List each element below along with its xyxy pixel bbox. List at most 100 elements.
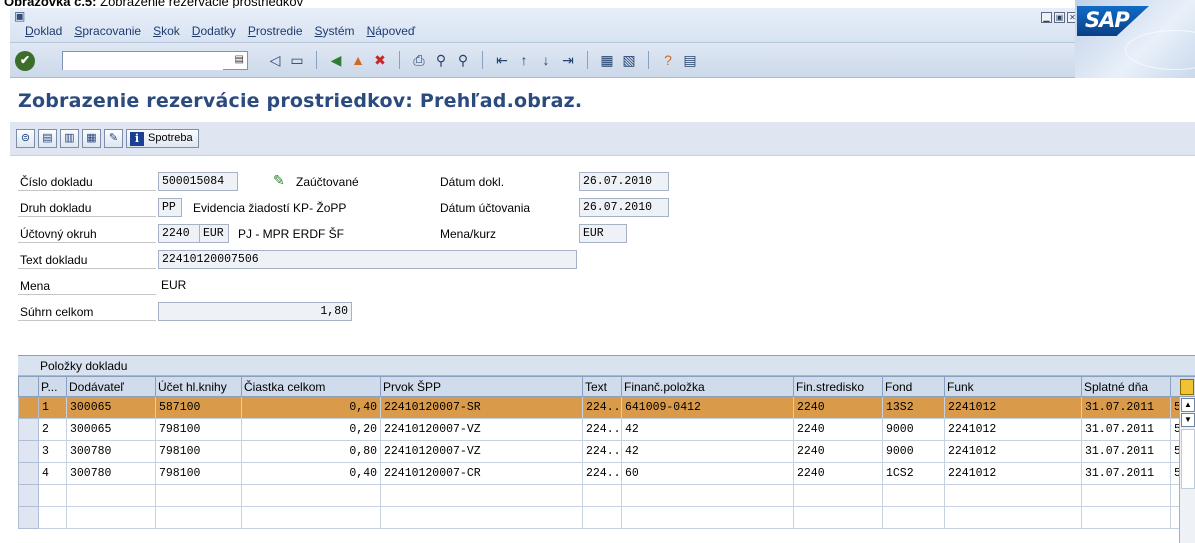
find-next-icon[interactable]: ⚲ xyxy=(454,51,472,69)
command-history-icon[interactable]: ▤ xyxy=(235,54,244,65)
grid-select-all[interactable] xyxy=(18,376,39,397)
column-header-3[interactable]: Čiastka celkom xyxy=(241,376,381,397)
table-cell[interactable]: 42 xyxy=(621,418,794,441)
column-header-6[interactable]: Finanč.položka xyxy=(621,376,794,397)
menu-item-3[interactable]: Dodatky xyxy=(192,24,236,38)
spotreba-button[interactable]: i Spotreba xyxy=(126,129,199,148)
previous-page-icon[interactable]: ↑ xyxy=(515,51,533,69)
table-cell[interactable]: 300065 xyxy=(66,396,156,419)
grid-scrollbar[interactable]: ▲ ▼ xyxy=(1179,397,1195,543)
mena-kurz-field[interactable]: EUR xyxy=(579,224,627,243)
table-cell[interactable]: 300780 xyxy=(66,440,156,463)
table-cell[interactable]: 22410120007-CR xyxy=(380,462,583,485)
table-cell[interactable]: 1CS2 xyxy=(882,462,945,485)
table-cell[interactable]: 300780 xyxy=(66,462,156,485)
maximize-icon[interactable]: ▣ xyxy=(1054,12,1065,23)
shortcut-icon[interactable]: ▧ xyxy=(620,51,638,69)
row-selector[interactable] xyxy=(18,396,39,419)
table-cell[interactable]: 1 xyxy=(38,396,67,419)
table-row[interactable]: 33007807981000,8022410120007-VZ224...422… xyxy=(18,440,1195,463)
last-page-icon[interactable]: ⇥ xyxy=(559,51,577,69)
table-row[interactable]: 43007807981000,4022410120007-CR224...602… xyxy=(18,462,1195,485)
datum-uctovania-field[interactable]: 26.07.2010 xyxy=(579,198,669,217)
column-header-10[interactable]: Splatné dňa xyxy=(1081,376,1171,397)
column-settings-icon[interactable] xyxy=(1180,379,1194,395)
column-header-2[interactable]: Účet hl.knihy xyxy=(155,376,242,397)
next-page-icon[interactable]: ↓ xyxy=(537,51,555,69)
row-selector[interactable] xyxy=(18,440,39,463)
cancel-icon[interactable]: ✖ xyxy=(371,51,389,69)
suhrn-celkom-field[interactable]: 1,80 xyxy=(158,302,352,321)
command-field[interactable]: ▤ xyxy=(62,51,248,70)
save-icon[interactable]: ▭ xyxy=(288,51,306,69)
table-cell[interactable]: 224... xyxy=(582,462,622,485)
table-cell[interactable]: 31.07.2011 xyxy=(1081,440,1171,463)
command-input[interactable] xyxy=(63,52,223,70)
table-cell[interactable]: 22410120007-VZ xyxy=(380,418,583,441)
row-selector[interactable] xyxy=(18,484,39,507)
table-row[interactable]: 23000657981000,2022410120007-VZ224...422… xyxy=(18,418,1195,441)
column-header-1[interactable]: Dodávateľ xyxy=(66,376,156,397)
column-header-5[interactable]: Text xyxy=(582,376,622,397)
scroll-up-icon[interactable]: ▲ xyxy=(1181,398,1195,412)
table-cell[interactable]: 224... xyxy=(582,396,622,419)
toolbar-collapse-icon[interactable]: ◁ xyxy=(266,51,284,69)
table-cell[interactable]: 0,20 xyxy=(241,418,381,441)
new-session-icon[interactable]: ▦ xyxy=(598,51,616,69)
row-selector[interactable] xyxy=(18,506,39,529)
column-header-0[interactable]: P... xyxy=(38,376,67,397)
uctovny-okruh-field[interactable]: 2240 xyxy=(158,224,200,243)
table-cell[interactable]: 2241012 xyxy=(944,462,1082,485)
table-cell[interactable]: 798100 xyxy=(155,462,242,485)
row-selector[interactable] xyxy=(18,462,39,485)
table-cell[interactable]: 2240 xyxy=(793,418,883,441)
table-cell[interactable]: 2 xyxy=(38,418,67,441)
menu-item-1[interactable]: Spracovanie xyxy=(74,24,141,38)
first-page-icon[interactable]: ⇤ xyxy=(493,51,511,69)
table-cell[interactable]: 9000 xyxy=(882,418,945,441)
row-selector[interactable] xyxy=(18,418,39,441)
text-dokladu-field[interactable]: 22410120007506 xyxy=(158,250,577,269)
column-header-7[interactable]: Fin.stredisko xyxy=(793,376,883,397)
overview-icon[interactable]: ▦ xyxy=(82,129,101,148)
menu-item-5[interactable]: Systém xyxy=(315,24,355,38)
table-cell[interactable]: 0,40 xyxy=(241,462,381,485)
header-icon[interactable]: ▤ xyxy=(38,129,57,148)
table-row[interactable]: 13000655871000,4022410120007-SR224...641… xyxy=(18,396,1195,419)
table-cell[interactable]: 31.07.2011 xyxy=(1081,462,1171,485)
menu-window-icon[interactable]: ▣ xyxy=(14,10,28,22)
column-header-9[interactable]: Funk xyxy=(944,376,1082,397)
print-icon[interactable]: ⎙ xyxy=(410,51,428,69)
table-cell[interactable]: 798100 xyxy=(155,440,242,463)
table-cell[interactable]: 31.07.2011 xyxy=(1081,396,1171,419)
minimize-icon[interactable]: ▁ xyxy=(1041,12,1052,23)
exit-icon[interactable]: ▲ xyxy=(349,51,367,69)
find-icon[interactable]: ⚲ xyxy=(432,51,450,69)
table-cell[interactable]: 224... xyxy=(582,440,622,463)
column-header-8[interactable]: Fond xyxy=(882,376,945,397)
table-cell[interactable]: 300065 xyxy=(66,418,156,441)
help-icon[interactable]: ? xyxy=(659,51,677,69)
table-cell[interactable]: 31.07.2011 xyxy=(1081,418,1171,441)
layout-icon[interactable]: ▤ xyxy=(681,51,699,69)
items-icon[interactable]: ▥ xyxy=(60,129,79,148)
table-cell[interactable]: 224... xyxy=(582,418,622,441)
menu-item-6[interactable]: Nápoveď xyxy=(367,24,416,38)
scroll-thumb[interactable] xyxy=(1181,429,1195,489)
table-cell[interactable]: 22410120007-SR xyxy=(380,396,583,419)
menu-item-0[interactable]: Doklad xyxy=(25,24,62,38)
change-icon[interactable]: ✎ xyxy=(104,129,123,148)
uctovny-okruh-currency[interactable]: EUR xyxy=(199,224,229,243)
menu-item-4[interactable]: Prostredie xyxy=(248,24,303,38)
table-cell[interactable]: 587100 xyxy=(155,396,242,419)
table-cell[interactable]: 60 xyxy=(621,462,794,485)
table-cell[interactable]: 2241012 xyxy=(944,418,1082,441)
druh-dokladu-field[interactable]: PP xyxy=(158,198,182,217)
scroll-down-icon[interactable]: ▼ xyxy=(1181,413,1195,427)
table-cell[interactable]: 3 xyxy=(38,440,67,463)
table-cell[interactable]: 42 xyxy=(621,440,794,463)
enter-icon[interactable]: ✔ xyxy=(15,51,35,71)
table-cell[interactable]: 2240 xyxy=(793,396,883,419)
menu-item-2[interactable]: Skok xyxy=(153,24,180,38)
table-cell[interactable]: 2240 xyxy=(793,440,883,463)
